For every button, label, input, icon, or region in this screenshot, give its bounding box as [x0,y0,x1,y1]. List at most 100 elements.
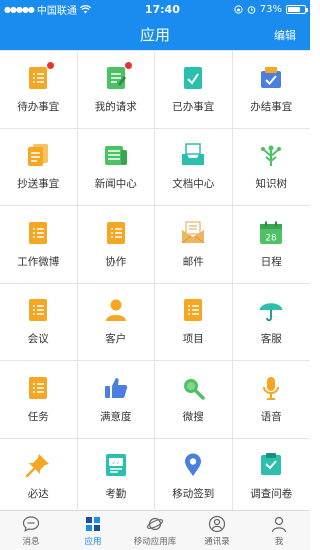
app-tile-label: 必达 [27,488,49,501]
knowledge-tree-icon [258,142,284,168]
app-tile-label: 文档中心 [172,178,215,191]
app-tile[interactable]: 工作微博 [0,206,78,284]
app-tile[interactable]: 28 日程 [232,206,310,284]
app-tile[interactable]: 知识树 [232,128,310,206]
app-tile-label: 客服 [260,333,282,346]
app-tile[interactable]: 必达 [0,438,78,516]
attendance-icon: ✓✓ [103,452,129,478]
app-tile[interactable]: 项目 [155,283,233,361]
app-tile-label: 项目 [182,333,204,346]
app-tile[interactable]: 客服 [232,283,310,361]
tab-label: 移动应用库 [133,536,177,547]
app-tile-label: 待办事宜 [17,100,60,113]
tab-item[interactable]: 应用 [62,511,124,550]
mail-icon [180,220,206,246]
app-tile-label: 语音 [260,410,282,423]
project-icon [180,297,206,323]
clock-time: 17:40 [144,2,180,16]
nav-bar: 应用 编辑 [0,18,310,50]
tab-bar: 消息 应用 移动应用库 通讯录 我 [0,510,310,550]
microphone-icon [258,375,284,401]
app-grid: 待办事宜 我的请求 已办事宜 办结事宜抄送事宜 新闻中心 文档中心 知识树工作微博 协作 邮件 2… [0,50,310,516]
app-tile-label: 我的请求 [94,100,137,113]
customer-icon [103,297,129,323]
tab-item[interactable]: 消息 [0,511,62,550]
survey-icon [258,452,284,478]
collaboration-icon [103,220,129,246]
app-tile[interactable]: 邮件 [155,206,233,284]
app-tile[interactable]: ✓✓ 考勤 [77,438,155,516]
app-tile[interactable]: 待办事宜 [0,51,78,129]
tab-label: 通讯录 [204,536,230,547]
location-icon [180,452,206,478]
apps-grid-icon [84,515,102,535]
signal-icon: ●●●●● [4,4,35,14]
cc-icon [25,142,51,168]
page-title: 应用 [139,26,170,44]
app-tile[interactable]: 客户 [77,283,155,361]
app-tile-label: 知识树 [255,178,288,191]
app-tile-label: 任务 [27,410,49,423]
person-icon [270,515,288,535]
task-icon [25,375,51,401]
app-tile[interactable]: 微搜 [155,361,233,439]
notification-badge [124,61,132,69]
app-tile[interactable]: 会议 [0,283,78,361]
tab-item[interactable]: 我 [248,511,310,550]
app-tile[interactable]: 移动签到 [155,438,233,516]
pin-icon [25,452,51,478]
edit-button[interactable]: 编辑 [274,27,296,43]
meeting-icon [25,297,51,323]
tab-label: 消息 [22,536,40,547]
svg-text:28: 28 [266,233,278,243]
planet-icon [146,515,164,535]
app-tile[interactable]: 任务 [0,361,78,439]
app-tile[interactable]: 调查问卷 [232,438,310,516]
app-tile[interactable]: 语音 [232,361,310,439]
search-icon [180,375,206,401]
news-icon [103,142,129,168]
tab-item[interactable]: 通讯录 [186,511,248,550]
app-tile[interactable]: 满意度 [77,361,155,439]
app-tile-label: 会议 [27,333,49,346]
app-tile[interactable]: 办结事宜 [232,51,310,129]
alarm-icon [247,5,256,14]
app-tile-label: 微搜 [182,410,204,423]
battery-icon [286,4,308,14]
calendar-icon: 28 [258,220,284,246]
tab-label: 应用 [84,536,102,547]
chat-bubble-icon [22,515,40,535]
app-tile-label: 满意度 [100,410,132,423]
app-tile-label: 已办事宜 [172,100,215,113]
app-tile[interactable]: 抄送事宜 [0,128,78,206]
notification-badge [47,61,55,69]
rotation-lock-icon [234,4,243,14]
app-tile[interactable]: 我的请求 [77,51,155,129]
umbrella-icon [258,297,284,323]
app-tile-label: 移动签到 [172,488,215,501]
app-tile-label: 办结事宜 [250,100,293,113]
app-tile[interactable]: 协作 [77,206,155,284]
thumbs-up-icon [103,375,129,401]
battery-percent: 73% [259,3,282,15]
svg-text:✓✓: ✓✓ [112,461,120,467]
my-request-icon [103,61,132,91]
app-tile-label: 新闻中心 [94,178,137,191]
app-tile[interactable]: 新闻中心 [77,128,155,206]
app-tile[interactable]: 文档中心 [155,128,233,206]
contact-icon [208,515,226,535]
document-icon [180,142,206,168]
carrier-label: 中国联通 [36,5,77,17]
app-tile-label: 邮件 [182,255,204,268]
todo-icon [25,61,55,91]
app-tile[interactable]: 已办事宜 [155,51,233,129]
app-tile-label: 考勤 [105,488,127,501]
app-tile-label: 客户 [105,333,127,346]
wifi-icon [79,4,91,13]
app-tile-label: 工作微博 [17,255,60,268]
tab-item[interactable]: 移动应用库 [124,511,186,550]
status-bar: ●●●●● 中国联通 17:40 73% [0,0,310,18]
app-tile-label: 日程 [260,255,282,268]
finished-icon [258,65,284,91]
work-weibo-icon [25,220,51,246]
